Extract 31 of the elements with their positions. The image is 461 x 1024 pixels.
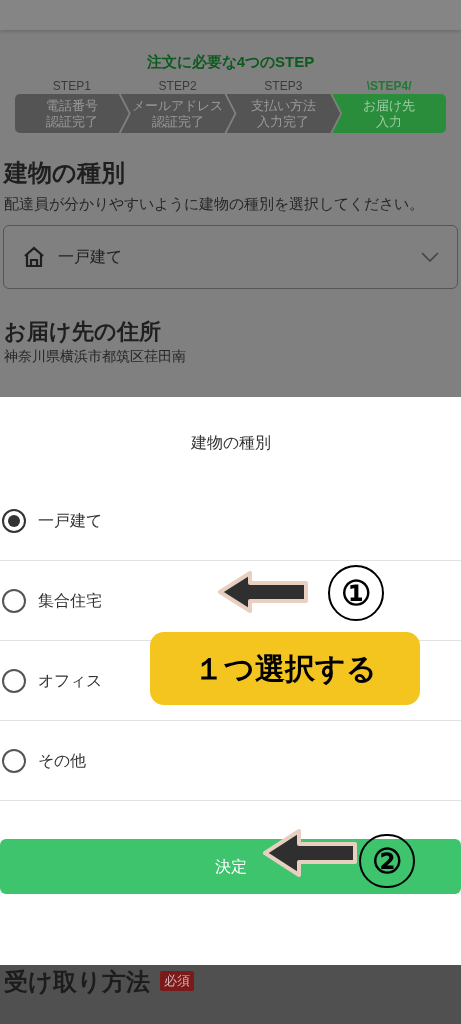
- steps-title: 注文に必要な4つのSTEP: [145, 52, 316, 72]
- option-label: 一戸建て: [38, 510, 102, 531]
- step-chevron: 支払い方法 入力完了: [226, 94, 341, 133]
- section-heading: お届け先の住所: [4, 318, 162, 346]
- description-text: 配達員が分かりやすいように建物の種別を選択してください。: [4, 194, 425, 214]
- required-badge: 必須: [160, 971, 194, 991]
- step-label: STEP1: [51, 78, 92, 94]
- step-label: \STEP4/: [365, 78, 413, 94]
- step-marker: ①: [328, 565, 384, 621]
- callout-badge: １つ選択する: [150, 632, 420, 705]
- step-label: STEP2: [157, 78, 198, 94]
- house-icon: [22, 245, 46, 269]
- option-label: その他: [38, 750, 86, 771]
- left-arrow-icon: [263, 829, 357, 877]
- radio-button[interactable]: [2, 588, 26, 613]
- option-label: 集合住宅: [38, 590, 102, 611]
- sheet-title: 建物の種別: [189, 433, 272, 453]
- chevron-down-icon: [421, 252, 439, 262]
- section-heading: 建物の種別: [4, 158, 126, 188]
- radio-button[interactable]: [2, 748, 26, 773]
- address-text: 神奈川県横浜市都筑区荏田南: [4, 347, 187, 365]
- step-chevron: お届け先 入力: [332, 94, 446, 133]
- step-chevron: 電話番号 認証完了: [15, 94, 129, 133]
- left-arrow-icon: [218, 571, 308, 613]
- select-value: 一戸建て: [58, 247, 122, 267]
- radio-button[interactable]: [2, 508, 26, 533]
- option-label: オフィス: [38, 670, 102, 691]
- radio-button[interactable]: [2, 668, 26, 693]
- building-select[interactable]: 一戸建て: [3, 225, 458, 289]
- step-label: STEP3: [263, 78, 304, 94]
- step-marker: ②: [359, 834, 415, 888]
